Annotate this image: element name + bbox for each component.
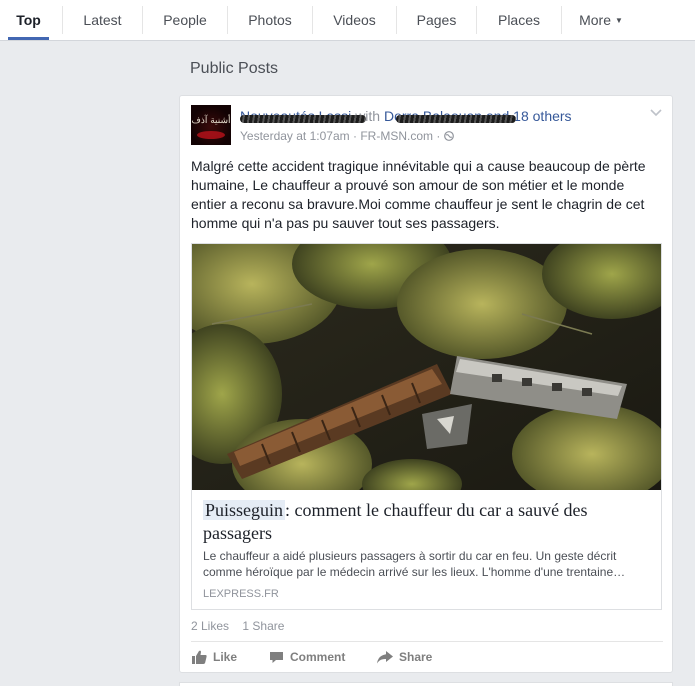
post-card: أشنية آذف Nouveautés Lassi with Dorra Ba…	[179, 95, 673, 673]
tab-more[interactable]: More ▼	[562, 0, 640, 40]
next-post-card-edge	[179, 682, 673, 686]
section-heading: Public Posts	[190, 60, 279, 77]
post-stats: 2 Likes 1 Share	[191, 619, 284, 633]
comment-button[interactable]: Comment	[269, 650, 345, 664]
actions-divider	[191, 641, 663, 642]
globe-icon	[443, 131, 454, 141]
thumbs-up-icon	[192, 650, 207, 664]
tab-label: Latest	[83, 12, 122, 28]
post-header-names: Nouveautés Lassi with Dorra Balaouan and…	[240, 108, 572, 124]
tab-label: More	[579, 12, 611, 28]
like-button[interactable]: Like	[192, 650, 237, 664]
avatar-decoration	[197, 131, 225, 139]
post-timestamp[interactable]: Yesterday at 1:07am	[240, 129, 350, 143]
stats-separator	[232, 619, 239, 633]
comment-icon	[270, 651, 283, 663]
tab-label: Places	[497, 12, 541, 28]
comment-label: Comment	[290, 650, 346, 664]
tab-latest[interactable]: Latest	[63, 0, 142, 40]
author-avatar[interactable]: أشنية آذف	[191, 105, 231, 145]
link-description: Le chauffeur a aidé plusieurs passagers …	[203, 549, 626, 579]
share-label: Share	[399, 650, 433, 664]
post-options-chevron-icon[interactable]	[650, 106, 662, 120]
search-filter-tabs: Top Latest People Photos Videos Pages Pl…	[0, 0, 695, 41]
tab-pages[interactable]: Pages	[397, 0, 476, 40]
shares-count[interactable]: 1 Share	[242, 619, 284, 633]
redaction-scribble	[396, 115, 516, 123]
caret-down-icon: ▼	[614, 16, 623, 25]
avatar-text: أشنية آذف	[191, 116, 231, 126]
post-text: Malgré cette accident tragique innévitab…	[191, 158, 646, 231]
post-meta: Yesterday at 1:07am · FR-MSN.com ·	[240, 129, 454, 143]
link-title[interactable]: Puisseguin: comment le chauffeur du car …	[203, 499, 653, 545]
tab-top[interactable]: Top	[8, 0, 49, 40]
share-icon	[377, 650, 393, 663]
link-preview-image[interactable]	[192, 244, 661, 490]
like-label: Like	[213, 650, 238, 664]
redaction-scribble	[240, 115, 366, 123]
active-tab-indicator	[8, 37, 49, 40]
tab-videos[interactable]: Videos	[313, 0, 396, 40]
tab-label: Photos	[248, 12, 292, 28]
tab-label: Top	[16, 12, 41, 28]
likes-count[interactable]: 2 Likes	[191, 619, 229, 633]
tab-photos[interactable]: Photos	[228, 0, 312, 40]
meta-separator: ·	[352, 129, 357, 143]
link-preview[interactable]: Puisseguin: comment le chauffeur du car …	[191, 243, 662, 610]
link-title-highlight: Puisseguin	[203, 500, 286, 520]
tab-label: Videos	[333, 12, 376, 28]
tab-label: Pages	[416, 12, 457, 28]
meta-separator: ·	[436, 129, 441, 143]
tab-label: People	[163, 12, 207, 28]
tab-people[interactable]: People	[143, 0, 227, 40]
share-button[interactable]: Share	[377, 650, 432, 664]
link-source: LEXPRESS.FR	[203, 588, 279, 600]
tab-places[interactable]: Places	[477, 0, 561, 40]
post-via[interactable]: FR-MSN.com	[360, 129, 433, 143]
